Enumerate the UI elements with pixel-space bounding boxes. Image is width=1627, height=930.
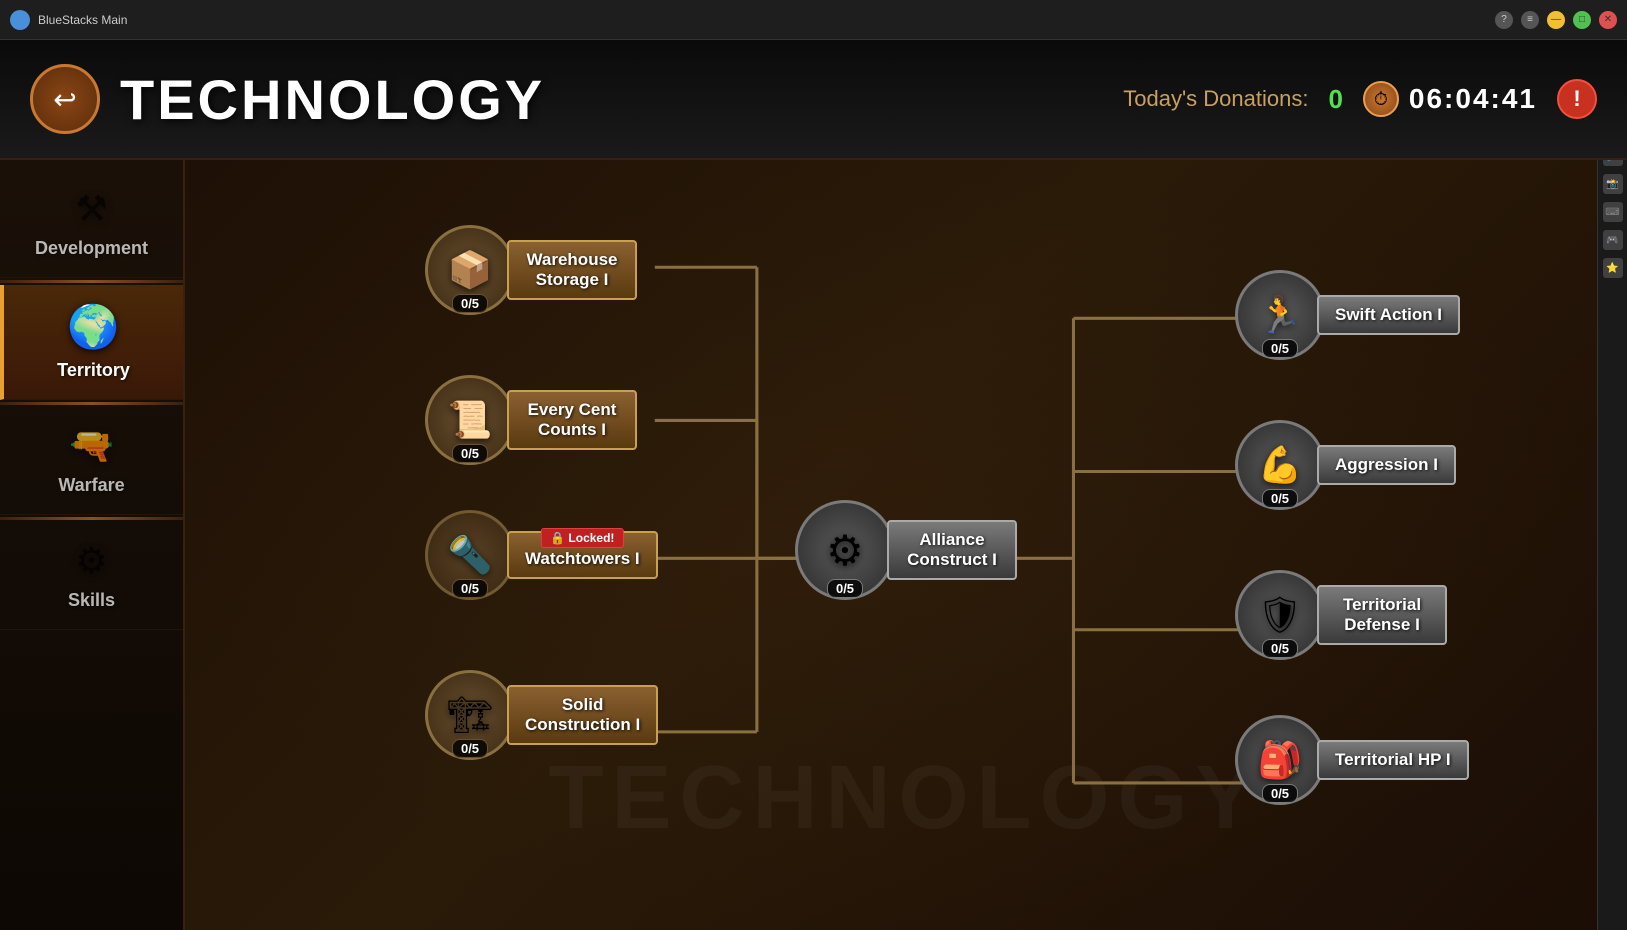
territorial-defense-label: TerritorialDefense I (1343, 595, 1421, 634)
watchtowers-label: Watchtowers I (525, 549, 640, 569)
sidebar-item-development[interactable]: ⚒ Development (0, 170, 183, 278)
solid-construction-count: 0/5 (452, 739, 488, 758)
timer-value: 06:04:41 (1409, 83, 1537, 115)
territorial-hp-label-box: Territorial HP I (1317, 740, 1469, 780)
node-territorial-hp[interactable]: 🎒 0/5 Territorial HP I (1235, 715, 1477, 805)
alliance-label-box: AllianceConstruct I (887, 520, 1017, 581)
every-cent-label-box: Every CentCounts I (507, 390, 637, 451)
sidebar-item-warfare[interactable]: 🔫 Warfare (0, 407, 183, 515)
bs-btn-7[interactable]: ⭐ (1603, 258, 1623, 278)
warehouse-label: WarehouseStorage I (526, 250, 617, 289)
territorial-hp-label: Territorial HP I (1335, 750, 1451, 769)
node-aggression[interactable]: 💪 0/5 Aggression I (1235, 420, 1464, 510)
back-button[interactable]: ↩ (30, 64, 100, 134)
window-controls: ? ≡ — □ ✕ (1495, 11, 1617, 29)
watchtowers-count: 0/5 (452, 579, 488, 598)
game-header: ↩ TECHNOLOGY Today's Donations: 0 ⏱ 06:0… (0, 40, 1627, 160)
side-nav: ⚒ Development 🌍 Territory 🔫 Warfare ⚙ Sk… (0, 160, 185, 930)
aggression-count: 0/5 (1262, 489, 1298, 508)
node-warehouse-storage[interactable]: 📦 0/5 WarehouseStorage I (425, 225, 645, 315)
every-cent-label: Every CentCounts I (528, 400, 617, 439)
every-cent-count: 0/5 (452, 444, 488, 463)
warehouse-count: 0/5 (452, 294, 488, 313)
territorial-defense-count: 0/5 (1262, 639, 1298, 658)
back-icon: ↩ (53, 83, 76, 116)
alliance-count: 0/5 (827, 579, 863, 598)
territorial-hp-count: 0/5 (1262, 784, 1298, 803)
aggression-label: Aggression I (1335, 455, 1438, 474)
help-button[interactable]: ? (1495, 11, 1513, 29)
minimize-button[interactable]: — (1547, 11, 1565, 29)
node-territorial-defense[interactable]: 🛡 0/5 TerritorialDefense I (1235, 570, 1455, 660)
title-bar: BlueStacks Main ? ≡ — □ ✕ (0, 0, 1627, 40)
page-title: TECHNOLOGY (120, 67, 1123, 132)
node-every-cent[interactable]: 📜 0/5 Every CentCounts I (425, 375, 645, 465)
node-watchtowers[interactable]: 🔦 0/5 🔒 Locked! Watchtowers I (425, 510, 666, 600)
menu-button[interactable]: ≡ (1521, 11, 1539, 29)
territorial-defense-icon-wrap: 🛡 0/5 (1235, 570, 1325, 660)
warehouse-label-box: WarehouseStorage I (507, 240, 637, 301)
bs-btn-6[interactable]: 🎮 (1603, 230, 1623, 250)
donations-value: 0 (1328, 84, 1342, 115)
bluestacks-logo (10, 10, 30, 30)
maximize-button[interactable]: □ (1573, 11, 1591, 29)
node-alliance-construct[interactable]: ⚙ 0/5 AllianceConstruct I (795, 500, 1025, 600)
swift-action-label-box: Swift Action I (1317, 295, 1460, 335)
locked-badge: 🔒 Locked! (541, 528, 623, 548)
aggression-img: 💪 (1258, 444, 1303, 486)
donations-label: Today's Donations: (1123, 86, 1308, 112)
bs-btn-4[interactable]: 📸 (1603, 174, 1623, 194)
sidebar-label-skills: Skills (68, 590, 115, 611)
swift-action-count: 0/5 (1262, 339, 1298, 358)
sidebar-label-development: Development (35, 238, 148, 259)
game-area: ↩ TECHNOLOGY Today's Donations: 0 ⏱ 06:0… (0, 40, 1627, 930)
every-cent-img: 📜 (448, 399, 493, 441)
bs-right-bar: ⚙ 📱 🔊 📸 ⌨ 🎮 ⭐ (1597, 80, 1627, 930)
header-right: Today's Donations: 0 ⏱ 06:04:41 ! (1123, 79, 1597, 119)
warehouse-icon-wrap: 📦 0/5 (425, 225, 515, 315)
alliance-icon-wrap: ⚙ 0/5 (795, 500, 895, 600)
sidebar-item-skills[interactable]: ⚙ Skills (0, 522, 183, 630)
node-solid-construction[interactable]: 🏗 0/5 SolidConstruction I (425, 670, 666, 760)
aggression-icon-wrap: 💪 0/5 (1235, 420, 1325, 510)
every-cent-icon-wrap: 📜 0/5 (425, 375, 515, 465)
solid-construction-icon-wrap: 🏗 0/5 (425, 670, 515, 760)
title-bar-text: BlueStacks Main (38, 13, 1495, 27)
solid-construction-img: 🏗 (447, 694, 493, 736)
main-content: TECHNOLOGY (185, 160, 1627, 930)
swift-action-icon-wrap: 🏃 0/5 (1235, 270, 1325, 360)
sidebar-label-warfare: Warfare (58, 475, 124, 496)
bs-btn-5[interactable]: ⌨ (1603, 202, 1623, 222)
territorial-hp-icon-wrap: 🎒 0/5 (1235, 715, 1325, 805)
swift-action-img: 🏃 (1258, 294, 1303, 336)
alliance-img: ⚙ (826, 526, 864, 575)
aggression-label-box: Aggression I (1317, 445, 1456, 485)
warfare-icon: 🔫 (69, 425, 114, 467)
solid-construction-label-box: SolidConstruction I (507, 685, 658, 746)
timer-container: ⏱ 06:04:41 (1363, 81, 1537, 117)
warehouse-img: 📦 (448, 249, 493, 291)
skills-icon: ⚙ (75, 540, 107, 582)
territorial-defense-label-box: TerritorialDefense I (1317, 585, 1447, 646)
watchtowers-label-box: 🔒 Locked! Watchtowers I (507, 531, 658, 579)
timer-icon: ⏱ (1363, 81, 1399, 117)
nav-divider-1 (0, 280, 183, 283)
close-button[interactable]: ✕ (1599, 11, 1617, 29)
development-icon: ⚒ (75, 188, 107, 230)
sidebar-item-territory[interactable]: 🌍 Territory (0, 285, 183, 400)
nav-divider-2 (0, 402, 183, 405)
watchtowers-img: 🔦 (448, 534, 493, 576)
territorial-hp-img: 🎒 (1258, 739, 1303, 781)
territory-icon: 🌍 (67, 303, 119, 352)
nav-divider-3 (0, 517, 183, 520)
swift-action-label: Swift Action I (1335, 305, 1442, 324)
node-swift-action[interactable]: 🏃 0/5 Swift Action I (1235, 270, 1468, 360)
solid-construction-label: SolidConstruction I (525, 695, 640, 734)
territorial-defense-img: 🛡 (1257, 594, 1303, 636)
watchtowers-icon-wrap: 🔦 0/5 (425, 510, 515, 600)
alert-button[interactable]: ! (1557, 79, 1597, 119)
alliance-label: AllianceConstruct I (907, 530, 997, 569)
sidebar-label-territory: Territory (57, 360, 130, 381)
